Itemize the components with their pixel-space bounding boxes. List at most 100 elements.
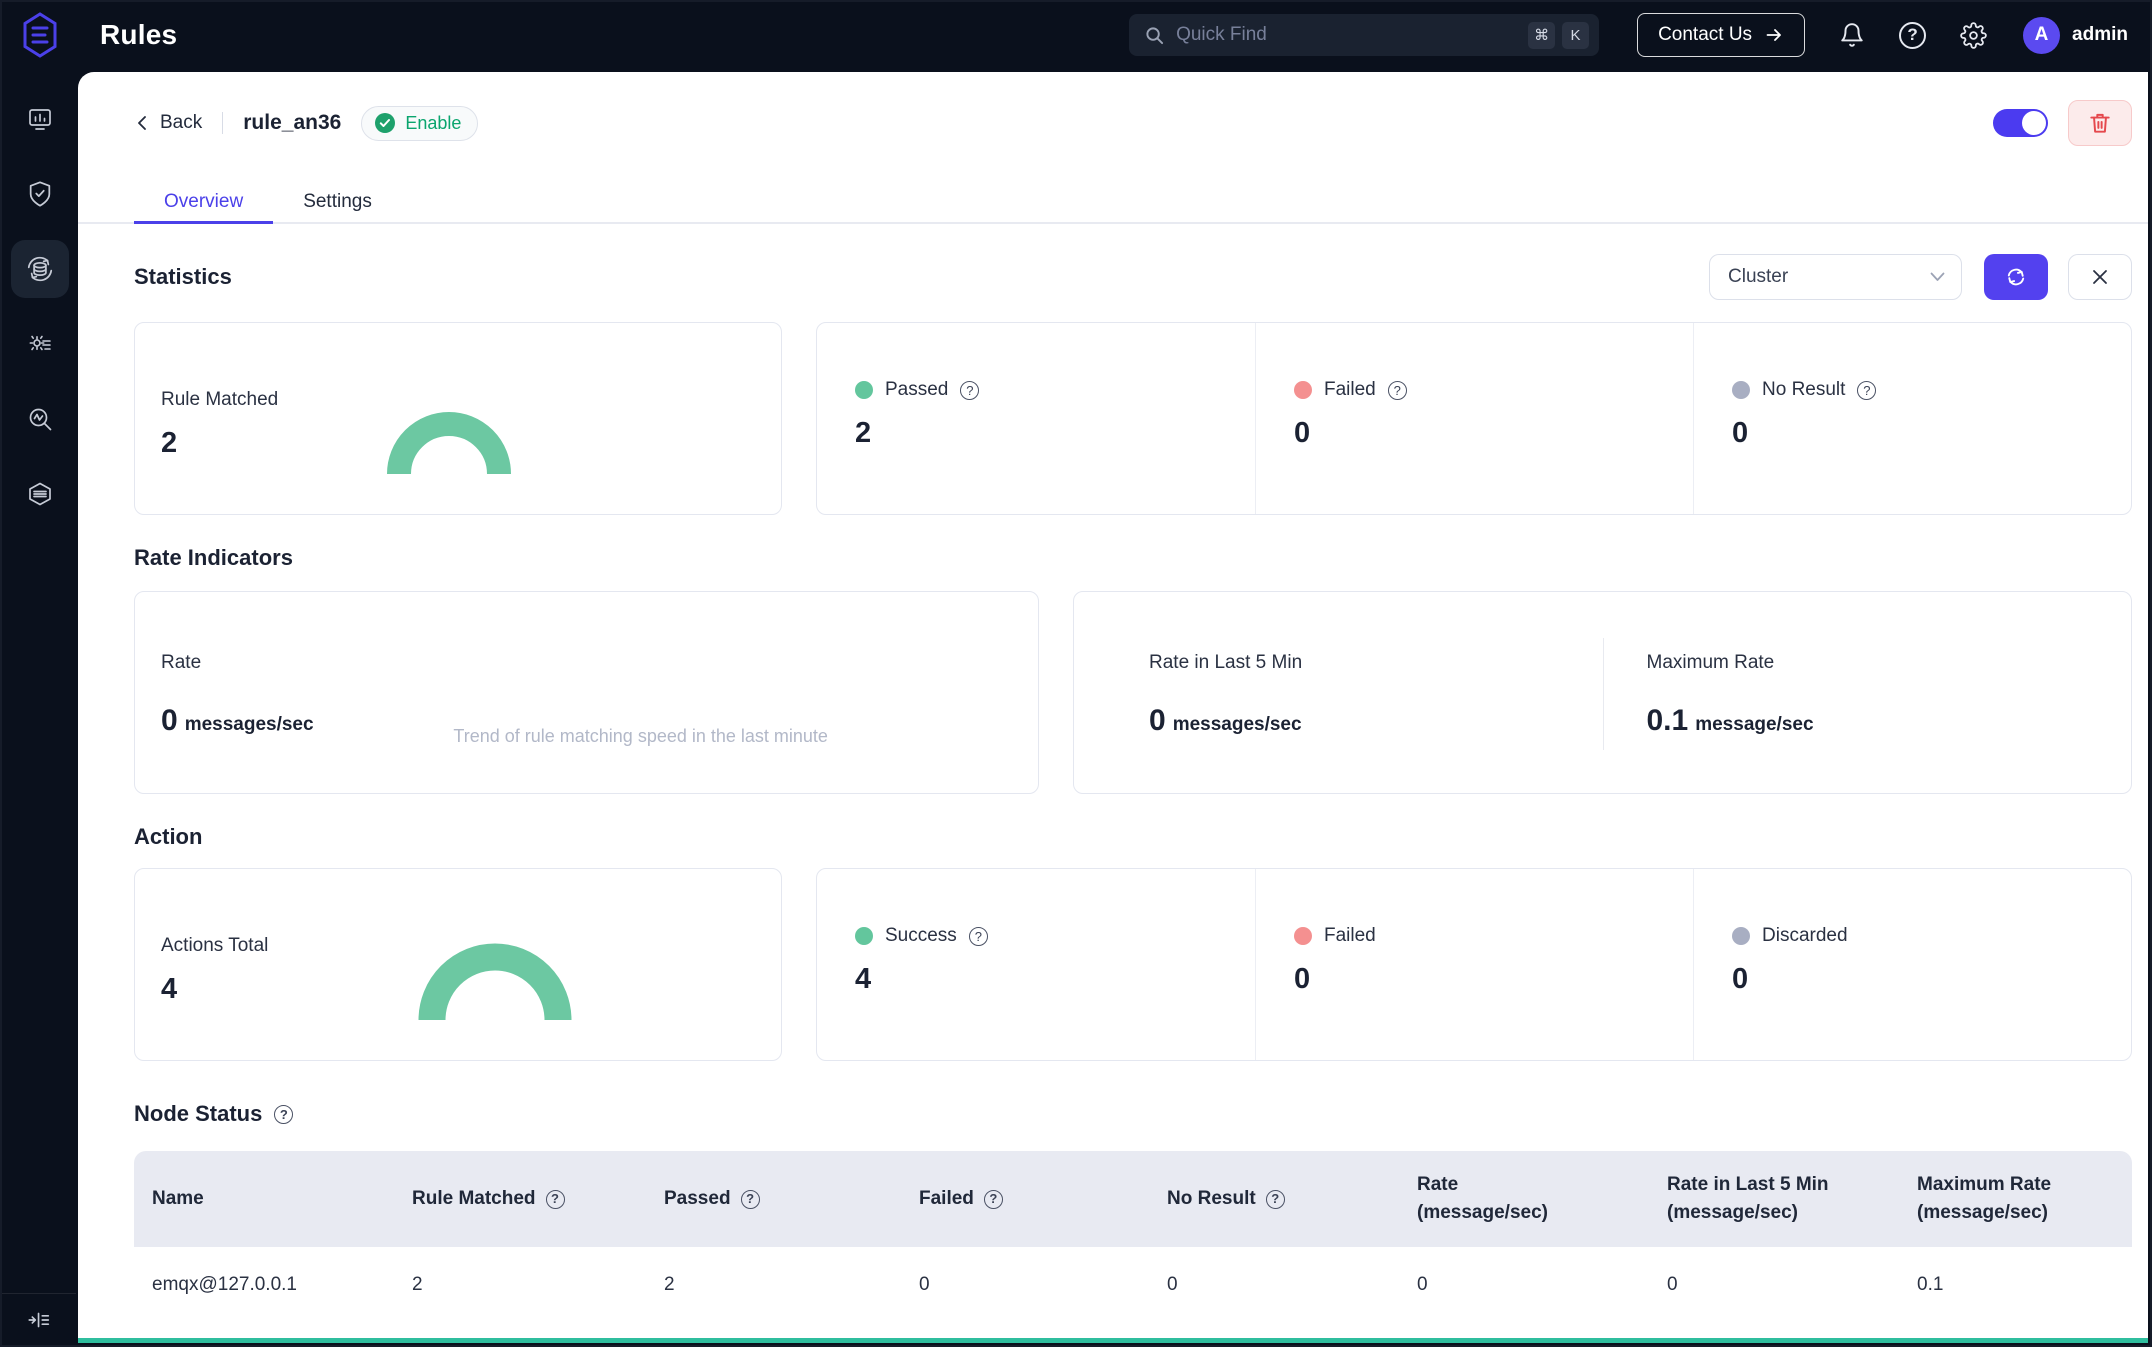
help-icon[interactable]	[960, 381, 979, 400]
rate-last-5min-label: Rate in Last 5 Min	[1149, 652, 1302, 674]
divider	[1603, 638, 1604, 750]
divider	[222, 112, 223, 134]
rate-cards: Rate 0 messages/sec Trend of rule matchi…	[134, 591, 2132, 794]
rate-5min-max-card: Rate in Last 5 Min 0 messages/sec Maximu…	[1073, 591, 2132, 794]
tab-bar: Overview Settings	[134, 180, 2132, 224]
sidebar-item-management[interactable]	[11, 315, 69, 373]
rate-last-5min-value: 0	[1149, 704, 1166, 738]
back-label: Back	[160, 112, 202, 134]
rule-matched-card: Rule Matched 2	[134, 322, 782, 515]
search-input[interactable]	[1176, 24, 1521, 46]
k-keycap: K	[1562, 22, 1589, 49]
main-panel: Back rule_an36 Enable	[78, 72, 2148, 1343]
maximum-rate-value: 0.1	[1647, 704, 1689, 738]
sidebar-item-dashboard[interactable]	[11, 90, 69, 148]
action-failed-value: 0	[1294, 963, 1693, 996]
help-icon[interactable]	[969, 927, 988, 946]
rate-last-5min-unit: messages/sec	[1173, 714, 1302, 736]
node-status-title: Node Status	[134, 1101, 262, 1127]
collapse-sidebar-button[interactable]	[2, 1293, 76, 1345]
help-icon[interactable]	[741, 1190, 760, 1209]
rate-last-5min-cell: Rate in Last 5 Min 0 messages/sec	[1074, 592, 1603, 793]
actions-total-label: Actions Total	[161, 935, 268, 957]
delete-rule-button[interactable]	[2068, 100, 2132, 146]
no-result-dot	[1732, 381, 1750, 399]
actions-total-card: Actions Total 4	[134, 868, 782, 1061]
rate-indicators-title: Rate Indicators	[134, 545, 293, 571]
actions-total-gauge	[418, 920, 572, 1020]
action-cards: Actions Total 4 Success 4	[134, 868, 2132, 1061]
rule-header: Back rule_an36 Enable	[134, 100, 2132, 146]
trend-hint: Trend of rule matching speed in the last…	[453, 726, 828, 747]
sidebar-item-extensions[interactable]	[11, 465, 69, 523]
tab-settings[interactable]: Settings	[273, 180, 402, 224]
discarded-dot	[1732, 927, 1750, 945]
actions-total-value: 4	[161, 973, 268, 1006]
refresh-icon	[2004, 265, 2028, 289]
sidebar-item-integration[interactable]	[11, 240, 69, 298]
username[interactable]: admin	[2072, 24, 2128, 46]
contact-us-label: Contact Us	[1658, 24, 1752, 46]
rate-label: Rate	[161, 652, 201, 674]
help-icon[interactable]	[274, 1105, 293, 1124]
col-max-rate: Maximum Rate(message/sec)	[1899, 1171, 2132, 1228]
settings-gear-icon[interactable]	[1960, 22, 1987, 49]
rate-unit: messages/sec	[185, 714, 314, 736]
arrow-right-icon	[1764, 25, 1784, 45]
emqx-logo[interactable]	[2, 12, 78, 58]
col-no-result: No Result	[1149, 1185, 1399, 1214]
cell-node-name: emqx@127.0.0.1	[134, 1274, 394, 1296]
statistics-cards: Rule Matched 2 Passed 2	[134, 322, 2132, 515]
quick-find-search[interactable]: ⌘ K	[1129, 14, 1599, 56]
close-statistics-button[interactable]	[2068, 254, 2132, 300]
action-header: Action	[134, 824, 2132, 850]
help-icon[interactable]	[1266, 1190, 1285, 1209]
scope-select[interactable]: Cluster	[1709, 254, 1962, 300]
action-failed-label: Failed	[1324, 925, 1376, 947]
discarded-label: Discarded	[1762, 925, 1848, 947]
sidebar-item-diagnose[interactable]	[11, 390, 69, 448]
help-icon[interactable]	[1388, 381, 1407, 400]
failed-metric: Failed 0	[1255, 323, 1693, 514]
table-row[interactable]: emqx@127.0.0.1 2 2 0 0 0 0 0.1	[134, 1247, 2132, 1323]
sidebar	[2, 68, 78, 1345]
passed-metric: Passed 2	[817, 323, 1255, 514]
node-status-table: Name Rule Matched Passed Failed No Resul…	[134, 1151, 2132, 1323]
user-avatar[interactable]: A	[2023, 17, 2060, 54]
cell-max-rate: 0.1	[1899, 1274, 2132, 1296]
action-failed-metric: Failed 0	[1255, 869, 1693, 1060]
notifications-bell-icon[interactable]	[1839, 22, 1865, 48]
cell-failed: 0	[901, 1274, 1149, 1296]
cell-passed: 2	[646, 1274, 901, 1296]
help-icon[interactable]	[984, 1190, 1003, 1209]
contact-us-button[interactable]: Contact Us	[1637, 13, 1805, 57]
collapse-sidebar-icon	[26, 1307, 52, 1333]
sidebar-item-access-control[interactable]	[11, 165, 69, 223]
no-result-value: 0	[1732, 417, 2131, 450]
help-icon[interactable]	[1857, 381, 1876, 400]
cmd-keycap: ⌘	[1528, 22, 1555, 49]
success-dot	[855, 927, 873, 945]
passed-value: 2	[855, 417, 1255, 450]
search-icon	[1145, 26, 1164, 45]
success-value: 4	[855, 963, 1255, 996]
back-button[interactable]: Back	[134, 112, 202, 134]
passed-label: Passed	[885, 379, 948, 401]
enable-badge-label: Enable	[405, 113, 461, 134]
discarded-metric: Discarded 0	[1693, 869, 2131, 1060]
node-status-header: Node Status	[134, 1101, 2132, 1127]
table-header-row: Name Rule Matched Passed Failed No Resul…	[134, 1151, 2132, 1247]
help-icon[interactable]	[546, 1190, 565, 1209]
chevron-left-icon	[134, 114, 150, 132]
help-icon[interactable]	[1899, 22, 1926, 49]
tab-overview[interactable]: Overview	[134, 180, 273, 224]
statistics-header: Statistics Cluster	[134, 254, 2132, 300]
dashboard-icon	[26, 105, 54, 133]
close-icon	[2089, 266, 2111, 288]
success-metric: Success 4	[817, 869, 1255, 1060]
diagnose-search-icon	[26, 405, 54, 433]
refresh-button[interactable]	[1984, 254, 2048, 300]
cell-rate: 0	[1399, 1274, 1649, 1296]
shield-check-icon	[26, 180, 54, 208]
rule-enabled-toggle[interactable]	[1993, 109, 2048, 137]
